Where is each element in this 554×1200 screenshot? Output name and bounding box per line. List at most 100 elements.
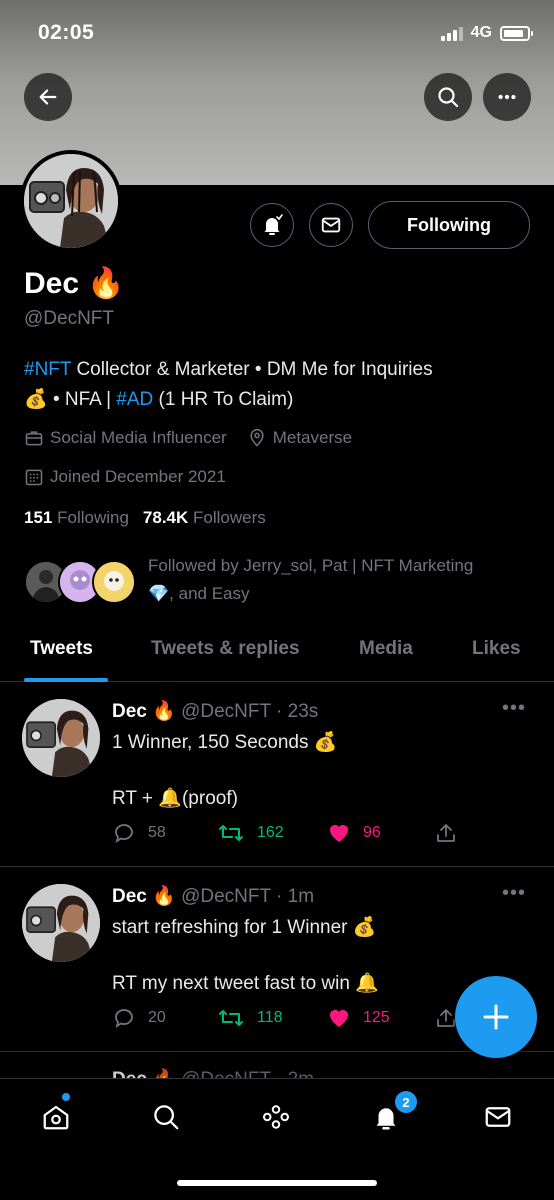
retweet-count: 162 [257, 824, 284, 841]
tweet-time-sep: · [270, 701, 288, 722]
profile-avatar[interactable] [20, 150, 122, 252]
tweet-more-button[interactable]: ••• [502, 882, 526, 905]
network-type: 4G [470, 24, 492, 41]
location-pin-icon [247, 428, 267, 448]
follower-avatar [92, 560, 136, 604]
profile-category: Social Media Influencer [50, 428, 227, 447]
bell-emoji: 🔔 [158, 788, 182, 809]
battery-icon [500, 25, 533, 41]
followed-by-section[interactable]: Followed by Jerry_sol, Pat | NFT Marketi… [24, 552, 534, 608]
retweet-button[interactable]: 162 [217, 821, 284, 845]
bell-check-icon [264, 214, 283, 235]
share-icon [437, 824, 455, 842]
tweet-actions: 58 162 96 [112, 821, 472, 849]
briefcase-icon [24, 428, 44, 448]
followers-label: Followers [193, 508, 266, 527]
tweet-actions: 20 118 125 [112, 1006, 472, 1034]
tweet-author-handle: @DecNFT [181, 701, 271, 722]
reply-count: 20 [148, 1009, 166, 1026]
reply-button[interactable]: 58 [112, 821, 166, 845]
tweet-time: 23s [287, 701, 319, 722]
bell-emoji: 🔔 [355, 973, 379, 994]
followers-count-link[interactable]: 78.4K Followers [143, 508, 266, 528]
tweet-author-name: Dec [112, 886, 147, 907]
profile-location: Metaverse [272, 428, 353, 447]
ad-hashtag-link[interactable]: #AD [116, 389, 153, 410]
tweet-author-handle: @DecNFT [181, 886, 271, 907]
avatar-illustration-icon [24, 154, 118, 248]
reply-count: 58 [148, 824, 166, 841]
home-unread-dot [62, 1093, 70, 1101]
follow-counts: 151 Following 78.4K Followers [24, 508, 266, 528]
signal-icon [440, 25, 463, 41]
money-bag-emoji: 💰 [24, 389, 48, 410]
profile-name: Dec 🔥 [24, 266, 125, 301]
notification-bell-button[interactable] [250, 203, 294, 247]
active-tab-indicator [24, 678, 108, 682]
status-bar: 02:05 4G [0, 0, 554, 70]
share-button[interactable] [434, 821, 458, 845]
followed-by-text: Followed by Jerry_sol, Pat | NFT Marketi… [148, 552, 518, 608]
search-icon [154, 1105, 179, 1130]
nav-messages[interactable] [476, 1097, 520, 1137]
envelope-icon [485, 1107, 511, 1127]
retweet-button[interactable]: 118 [217, 1006, 283, 1030]
tweet-text: 1 Winner, 150 Seconds 💰 RT + 🔔(proof) [112, 729, 512, 813]
profile-name-text: Dec [24, 267, 80, 300]
message-button[interactable] [309, 203, 353, 247]
heart-icon [330, 1010, 348, 1027]
tweet-line-1: 1 Winner, 150 Seconds [112, 732, 309, 753]
nav-spaces[interactable] [254, 1097, 298, 1137]
like-button[interactable]: 96 [327, 821, 381, 845]
tweet-item[interactable]: Dec 🔥 @DecNFT · 23s ••• 1 Winner, 150 Se… [0, 683, 554, 867]
search-icon [438, 87, 459, 108]
more-options-button[interactable] [483, 73, 531, 121]
more-dots-icon [498, 94, 516, 100]
nav-search[interactable] [144, 1097, 188, 1137]
gem-emoji: 💎 [148, 584, 170, 603]
following-label: Following [57, 508, 129, 527]
tweet-header: Dec 🔥 @DecNFT · 23s [112, 699, 318, 723]
money-bag-emoji: 💰 [352, 917, 377, 938]
tab-media[interactable]: Media [359, 638, 413, 660]
tweet-more-button[interactable]: ••• [502, 697, 526, 720]
tweet-avatar[interactable] [22, 884, 100, 962]
reply-button[interactable]: 20 [112, 1006, 166, 1030]
tweet-text: start refreshing for 1 Winner 💰 RT my ne… [112, 914, 512, 998]
tab-tweets-replies[interactable]: Tweets & replies [151, 638, 300, 660]
like-count: 125 [363, 1009, 390, 1026]
bio-text-3: (1 HR To Claim) [153, 389, 294, 410]
calendar-icon [24, 467, 44, 487]
tab-likes[interactable]: Likes [472, 638, 521, 660]
nav-home[interactable] [34, 1097, 78, 1137]
compose-tweet-button[interactable] [455, 976, 537, 1058]
reply-icon [115, 1009, 133, 1028]
spaces-icon [263, 1105, 289, 1129]
following-button[interactable]: Following [368, 201, 530, 249]
plus-icon [483, 1004, 509, 1030]
search-button[interactable] [424, 73, 472, 121]
back-arrow-icon [39, 89, 57, 105]
like-count: 96 [363, 824, 381, 841]
tweet-time: 1m [287, 886, 315, 907]
notifications-badge: 2 [395, 1091, 417, 1113]
home-indicator [177, 1180, 377, 1186]
following-count: 151 [24, 508, 53, 527]
retweet-icon [219, 1010, 243, 1026]
retweet-count: 118 [257, 1009, 283, 1026]
following-count-link[interactable]: 151 Following [24, 508, 129, 528]
nft-hashtag-link[interactable]: #NFT [24, 359, 71, 380]
followed-by-line1: Followed by Jerry_sol, Pat | NFT Marketi… [148, 556, 474, 575]
back-button[interactable] [24, 73, 72, 121]
tweet-line-2-end: (proof) [181, 788, 238, 809]
tweet-line-2: RT my next tweet fast to win [112, 973, 356, 994]
tweet-avatar[interactable] [22, 699, 100, 777]
money-bag-emoji: 💰 [313, 732, 338, 753]
joined-row: Joined December 2021 [24, 467, 226, 487]
tab-tweets[interactable]: Tweets [30, 638, 93, 660]
like-button[interactable]: 125 [327, 1006, 390, 1030]
bio-text-2: • NFA | [47, 389, 117, 410]
retweet-icon [219, 825, 243, 841]
joined-date: Joined December 2021 [50, 467, 226, 486]
followers-count: 78.4K [142, 508, 189, 527]
